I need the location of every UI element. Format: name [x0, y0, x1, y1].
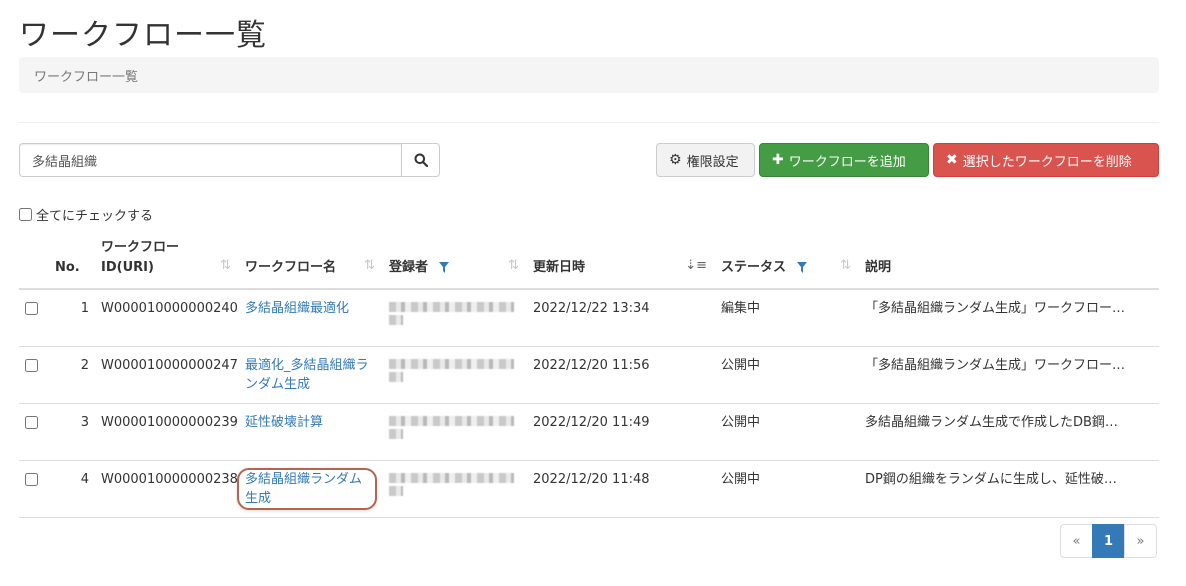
owner-redacted: [383, 403, 527, 461]
workflow-name-link[interactable]: 延性破壊計算: [245, 415, 323, 430]
row-updated: 2022/12/20 11:56: [527, 346, 715, 404]
workflow-name-link[interactable]: 多結晶組織ランダム生成: [237, 467, 377, 510]
pagination-page-current[interactable]: 1: [1092, 524, 1125, 558]
row-description: DP鋼の組織をランダムに生成し、延性破…: [859, 460, 1159, 518]
header-no: No.: [49, 234, 95, 290]
workflow-table: No. ワークフロー ID(URI) ⇅ ワークフロー名 ⇅ 登録者 ⇅ 更新日…: [19, 234, 1159, 518]
table-row: 2 W000010000000247 最適化_多結晶組織ランダム生成 2022/…: [19, 346, 1159, 404]
check-all[interactable]: 全てにチェックする: [19, 205, 153, 224]
row-workflow-id: W000010000000247: [95, 346, 239, 404]
sort-icon[interactable]: ⇅: [508, 256, 519, 276]
owner-redacted: [383, 346, 527, 404]
row-description: 多結晶組織ランダム生成で作成したDB鋼…: [859, 403, 1159, 461]
table-row: 3 W000010000000239 延性破壊計算 2022/12/20 11:…: [19, 403, 1159, 461]
row-workflow-id: W000010000000238: [95, 460, 239, 518]
filter-icon[interactable]: [438, 262, 449, 273]
header-workflow-id-line1: ワークフロー: [101, 240, 180, 255]
row-checkbox[interactable]: [25, 302, 38, 315]
header-select: [19, 234, 49, 290]
filter-icon[interactable]: [796, 262, 807, 273]
sort-icon[interactable]: ⇅: [220, 256, 231, 276]
row-updated: 2022/12/22 13:34: [527, 289, 715, 347]
row-checkbox[interactable]: [25, 415, 38, 429]
pagination-prev[interactable]: «: [1060, 524, 1093, 558]
gear-icon: ⚙: [669, 152, 682, 168]
pagination-next[interactable]: »: [1124, 524, 1157, 558]
check-all-label: 全てにチェックする: [36, 209, 154, 224]
table-row: 4 W000010000000238 多結晶組織ランダム生成 2022/12/2…: [19, 460, 1159, 518]
header-workflow-name[interactable]: ワークフロー名 ⇅: [239, 234, 383, 290]
plus-icon: ✚: [772, 152, 784, 168]
row-workflow-id: W000010000000240: [95, 289, 239, 347]
row-description: 「多結晶組織ランダム生成」ワークフロー…: [859, 346, 1159, 404]
permission-settings-button[interactable]: ⚙ 権限設定: [656, 143, 755, 177]
workflow-name-link[interactable]: 多結晶組織最適化: [245, 301, 349, 316]
row-status: 編集中: [715, 289, 859, 347]
header-description: 説明: [859, 234, 1159, 290]
header-owner[interactable]: 登録者 ⇅: [383, 234, 527, 290]
delete-selected-button[interactable]: ✖ 選択したワークフローを削除: [933, 143, 1159, 177]
row-status: 公開中: [715, 346, 859, 404]
sort-icon[interactable]: ⇅: [364, 256, 375, 276]
row-no: 3: [49, 403, 95, 461]
search-input[interactable]: [19, 143, 401, 177]
permission-settings-label: 権限設定: [686, 154, 739, 170]
table-header-row: No. ワークフロー ID(URI) ⇅ ワークフロー名 ⇅ 登録者 ⇅ 更新日…: [19, 234, 1159, 290]
table-row: 1 W000010000000240 多結晶組織最適化 2022/12/22 1…: [19, 289, 1159, 347]
row-no: 1: [49, 289, 95, 347]
row-workflow-id: W000010000000239: [95, 403, 239, 461]
row-status: 公開中: [715, 460, 859, 518]
delete-selected-label: 選択したワークフローを削除: [962, 154, 1132, 170]
divider: [19, 122, 1159, 123]
row-updated: 2022/12/20 11:48: [527, 460, 715, 518]
owner-redacted: [383, 289, 527, 347]
row-no: 4: [49, 460, 95, 518]
sort-icon[interactable]: ⇅: [840, 256, 851, 276]
sort-desc-icon[interactable]: ⇣≡: [685, 256, 707, 276]
header-updated[interactable]: 更新日時 ⇣≡: [527, 234, 715, 290]
search-icon: [414, 153, 428, 167]
header-workflow-id-line2: ID(URI): [101, 260, 154, 275]
search-group: [19, 143, 440, 177]
row-description: 「多結晶組織ランダム生成」ワークフロー…: [859, 289, 1159, 347]
owner-redacted: [383, 460, 527, 518]
add-workflow-label: ワークフローを追加: [788, 154, 906, 170]
row-status: 公開中: [715, 403, 859, 461]
breadcrumb: ワークフロー一覧: [19, 57, 1159, 93]
page-title: ワークフロー一覧: [19, 18, 267, 53]
workflow-name-link[interactable]: 最適化_多結晶組織ランダム生成: [245, 358, 369, 392]
header-status[interactable]: ステータス ⇅: [715, 234, 859, 290]
check-all-checkbox[interactable]: [19, 208, 32, 221]
close-icon: ✖: [946, 152, 958, 168]
row-updated: 2022/12/20 11:49: [527, 403, 715, 461]
header-workflow-id[interactable]: ワークフロー ID(URI) ⇅: [95, 234, 239, 290]
row-no: 2: [49, 346, 95, 404]
search-button[interactable]: [401, 143, 440, 177]
pagination: « 1 »: [1060, 524, 1157, 558]
add-workflow-button[interactable]: ✚ ワークフローを追加: [759, 143, 929, 177]
row-checkbox[interactable]: [25, 472, 38, 486]
row-checkbox[interactable]: [25, 358, 38, 372]
